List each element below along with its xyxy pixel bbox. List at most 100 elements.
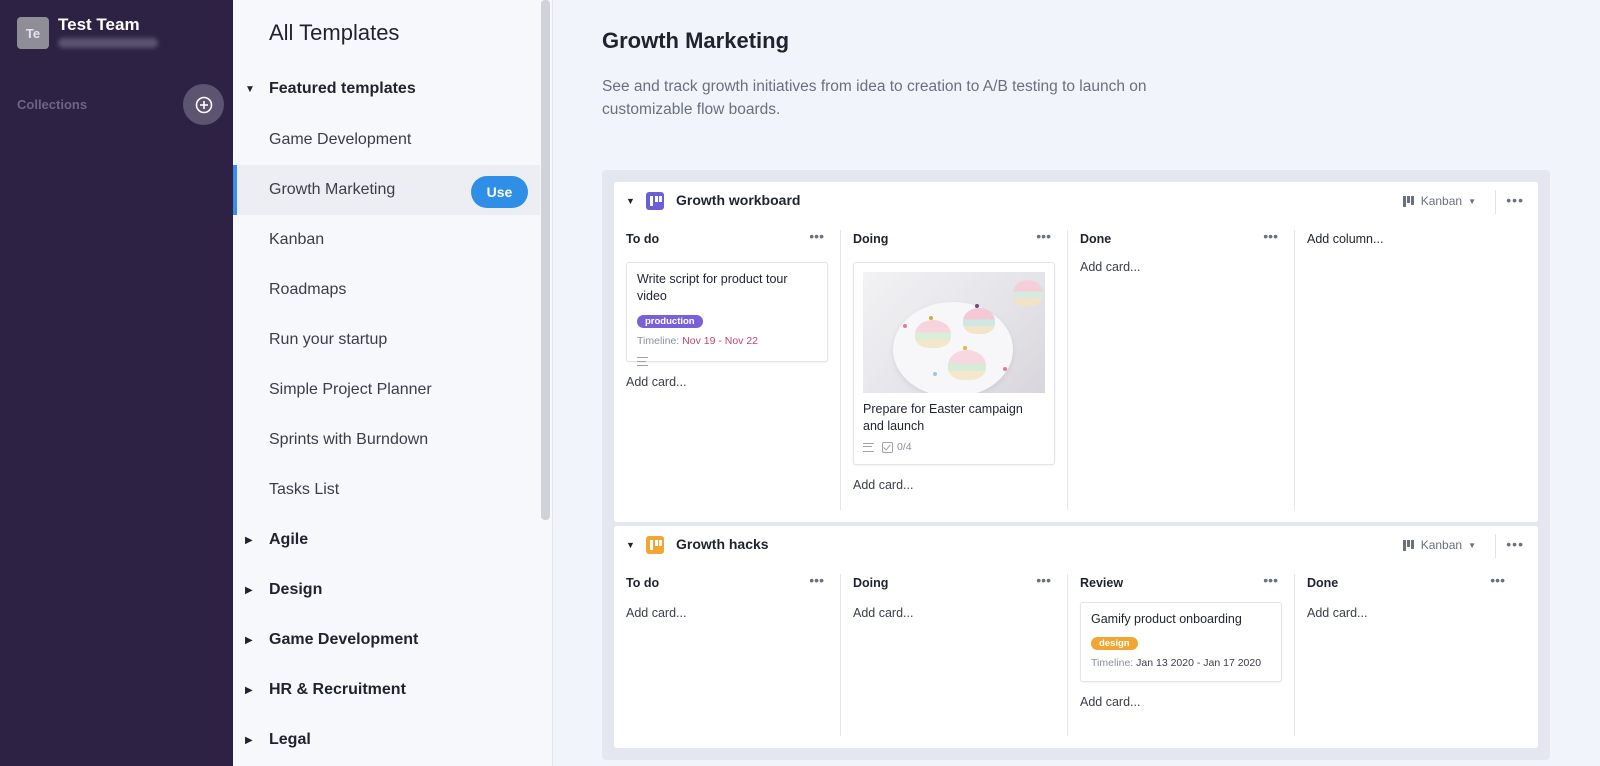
plus-circle-icon [195,96,212,113]
template-item-run-your-startup[interactable]: Run your startup [233,315,540,365]
tag-production: production [637,315,703,328]
template-item-roadmaps[interactable]: Roadmaps [233,265,540,315]
column-doing: Doing ••• Prepare for Easter campaign an [841,222,1067,512]
group-game-development[interactable]: ▶ Game Development [245,625,418,655]
templates-panel: All Templates ▼ Featured templates Game … [233,0,553,766]
more-options-icon[interactable]: ••• [809,228,824,244]
group-design[interactable]: ▶ Design [245,575,322,605]
more-options-icon[interactable]: ••• [1263,572,1278,588]
add-column-link[interactable]: Add column... [1307,232,1383,246]
more-options-icon[interactable]: ••• [1263,228,1278,244]
caret-right-icon: ▶ [245,634,253,646]
add-collection-button[interactable] [183,84,224,125]
more-options-icon[interactable]: ••• [1036,572,1051,588]
board-header: ▼ Growth workboard Kanban ▼ ••• [614,182,1538,222]
card-title: Write script for product tour video [637,272,788,303]
template-item-sprints-with-burndown[interactable]: Sprints with Burndown [233,415,540,465]
checklist-progress: 0/4 [897,441,912,453]
timeline-value: Nov 19 - Nov 22 [682,335,759,347]
chevron-down-icon: ▼ [1468,196,1476,206]
column-to-do: To do ••• Add card... [614,566,840,746]
timeline-label: Timeline: [637,335,680,347]
description-icon [637,357,648,366]
view-switcher[interactable]: Kanban ▼ [1402,194,1476,208]
template-item-game-development[interactable]: Game Development [233,115,540,165]
more-options-icon[interactable]: ••• [809,572,824,588]
card-write-script[interactable]: Write script for product tour video prod… [626,262,828,366]
template-item-label: Growth Marketing [269,181,396,198]
team-name[interactable]: Test Team [58,15,140,35]
more-options-icon[interactable]: ••• [1036,228,1051,244]
team-subtitle-blurred [58,38,158,48]
template-item-kanban[interactable]: Kanban [233,215,540,265]
more-options-icon[interactable]: ••• [1490,572,1505,588]
add-card-link[interactable]: Add card... [626,375,686,389]
templates-scrollbar[interactable] [541,0,550,520]
use-template-button[interactable]: Use [471,176,528,208]
group-label: Agile [269,531,309,548]
caret-right-icon: ▶ [245,584,253,596]
group-label: Game Development [269,631,419,648]
template-item-growth-marketing[interactable]: Growth Marketing Use [233,165,540,215]
collections-label: Collections [17,97,88,112]
caret-right-icon: ▶ [245,734,253,746]
group-label: HR & Recruitment [269,681,406,698]
template-item-tasks-list[interactable]: Tasks List [233,465,540,515]
group-legal[interactable]: ▶ Legal [245,725,311,755]
card-timeline: Timeline: Jan 13 2020 - Jan 17 2020 [1091,657,1271,669]
board-header: ▼ Growth hacks Kanban ▼ ••• [614,526,1538,566]
more-options-icon[interactable]: ••• [1506,192,1524,208]
group-label: Design [269,581,323,598]
column-title: To do [626,576,660,590]
caret-right-icon: ▶ [245,534,253,546]
view-switcher[interactable]: Kanban ▼ [1402,538,1476,552]
board-title: Growth workboard [676,192,801,208]
column-doing: Doing ••• Add card... [841,566,1067,746]
group-hr-recruitment[interactable]: ▶ HR & Recruitment [245,675,406,705]
template-preview: ▼ Growth workboard Kanban ▼ ••• To do ••… [602,170,1550,760]
chevron-down-icon: ▼ [1468,540,1476,550]
team-avatar[interactable]: Te [17,17,49,49]
card-easter-campaign[interactable]: Prepare for Easter campaign and launch 0… [853,262,1055,465]
timeline-value: Jan 13 2020 - Jan 17 2020 [1136,657,1262,669]
description-icon [863,442,874,452]
add-card-link[interactable]: Add card... [626,606,686,620]
template-title: Growth Marketing [602,28,790,53]
column-review: Review ••• Gamify product onboarding des… [1068,566,1294,746]
column-done: Done ••• Add card... [1068,222,1294,512]
add-card-link[interactable]: Add card... [1080,260,1140,274]
column-to-do: To do ••• Write script for product tour … [614,222,840,512]
template-item-simple-project-planner[interactable]: Simple Project Planner [233,365,540,415]
kanban-view-icon [1402,539,1415,551]
tag-design: design [1091,637,1138,650]
add-card-link[interactable]: Add card... [1307,606,1367,620]
column-title: Done [1080,232,1112,246]
caret-right-icon: ▶ [245,684,253,696]
card-cover-image [863,272,1045,393]
more-options-icon[interactable]: ••• [1506,536,1524,552]
caret-down-icon[interactable]: ▼ [626,196,635,206]
card-gamify-onboarding[interactable]: Gamify product onboarding design Timelin… [1080,602,1282,682]
card-timeline: Timeline: Nov 19 - Nov 22 [637,335,817,347]
add-card-link[interactable]: Add card... [853,478,913,492]
board-kanban-icon [646,192,664,210]
board-kanban-icon [646,536,664,554]
timeline-label: Timeline: [1091,657,1134,669]
card-title: Gamify product onboarding [1091,612,1242,626]
column-title: To do [626,232,660,246]
checklist-icon [882,441,893,453]
group-featured-templates[interactable]: ▼ Featured templates [245,74,416,104]
panel-title: All Templates [269,20,400,45]
template-description: See and track growth initiatives from id… [602,78,1147,118]
add-card-link[interactable]: Add card... [853,606,913,620]
add-card-link[interactable]: Add card... [1080,695,1140,709]
column-title: Doing [853,232,889,246]
group-label: Legal [269,731,311,748]
caret-down-icon[interactable]: ▼ [626,540,635,550]
group-agile[interactable]: ▶ Agile [245,525,308,555]
board-growth-hacks: ▼ Growth hacks Kanban ▼ ••• To do ••• Ad… [614,526,1538,748]
card-title: Prepare for Easter campaign and launch [863,402,1023,433]
column-title: Done [1307,576,1339,590]
view-label: Kanban [1420,538,1463,552]
kanban-view-icon [1402,195,1415,207]
